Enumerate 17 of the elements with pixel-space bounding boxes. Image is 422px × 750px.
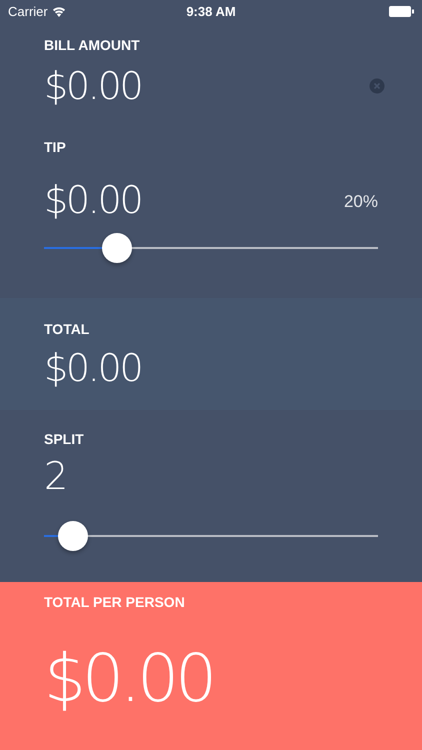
- bill-amount-label: BILL AMOUNT: [44, 37, 141, 53]
- wifi-icon: [52, 6, 66, 16]
- battery-icon: [389, 6, 414, 16]
- split-label: SPLIT: [44, 431, 85, 447]
- per-person-amount: $0.00: [44, 646, 214, 712]
- slider-thumb[interactable]: [58, 521, 88, 551]
- clock-time: 9:38 AM: [186, 4, 236, 18]
- tip-percent: 20%: [344, 192, 378, 212]
- carrier-label: Carrier: [8, 4, 48, 18]
- total-amount: $0.00: [44, 349, 142, 387]
- tip-amount: $0.00: [44, 181, 142, 219]
- slider-thumb[interactable]: [102, 233, 132, 263]
- tip-label: TIP: [44, 139, 67, 155]
- total-label: TOTAL: [44, 321, 90, 337]
- bill-amount-field[interactable]: $0.00: [44, 67, 142, 105]
- per-person-label: TOTAL PER PERSON: [44, 594, 186, 610]
- split-count: 2: [44, 457, 67, 495]
